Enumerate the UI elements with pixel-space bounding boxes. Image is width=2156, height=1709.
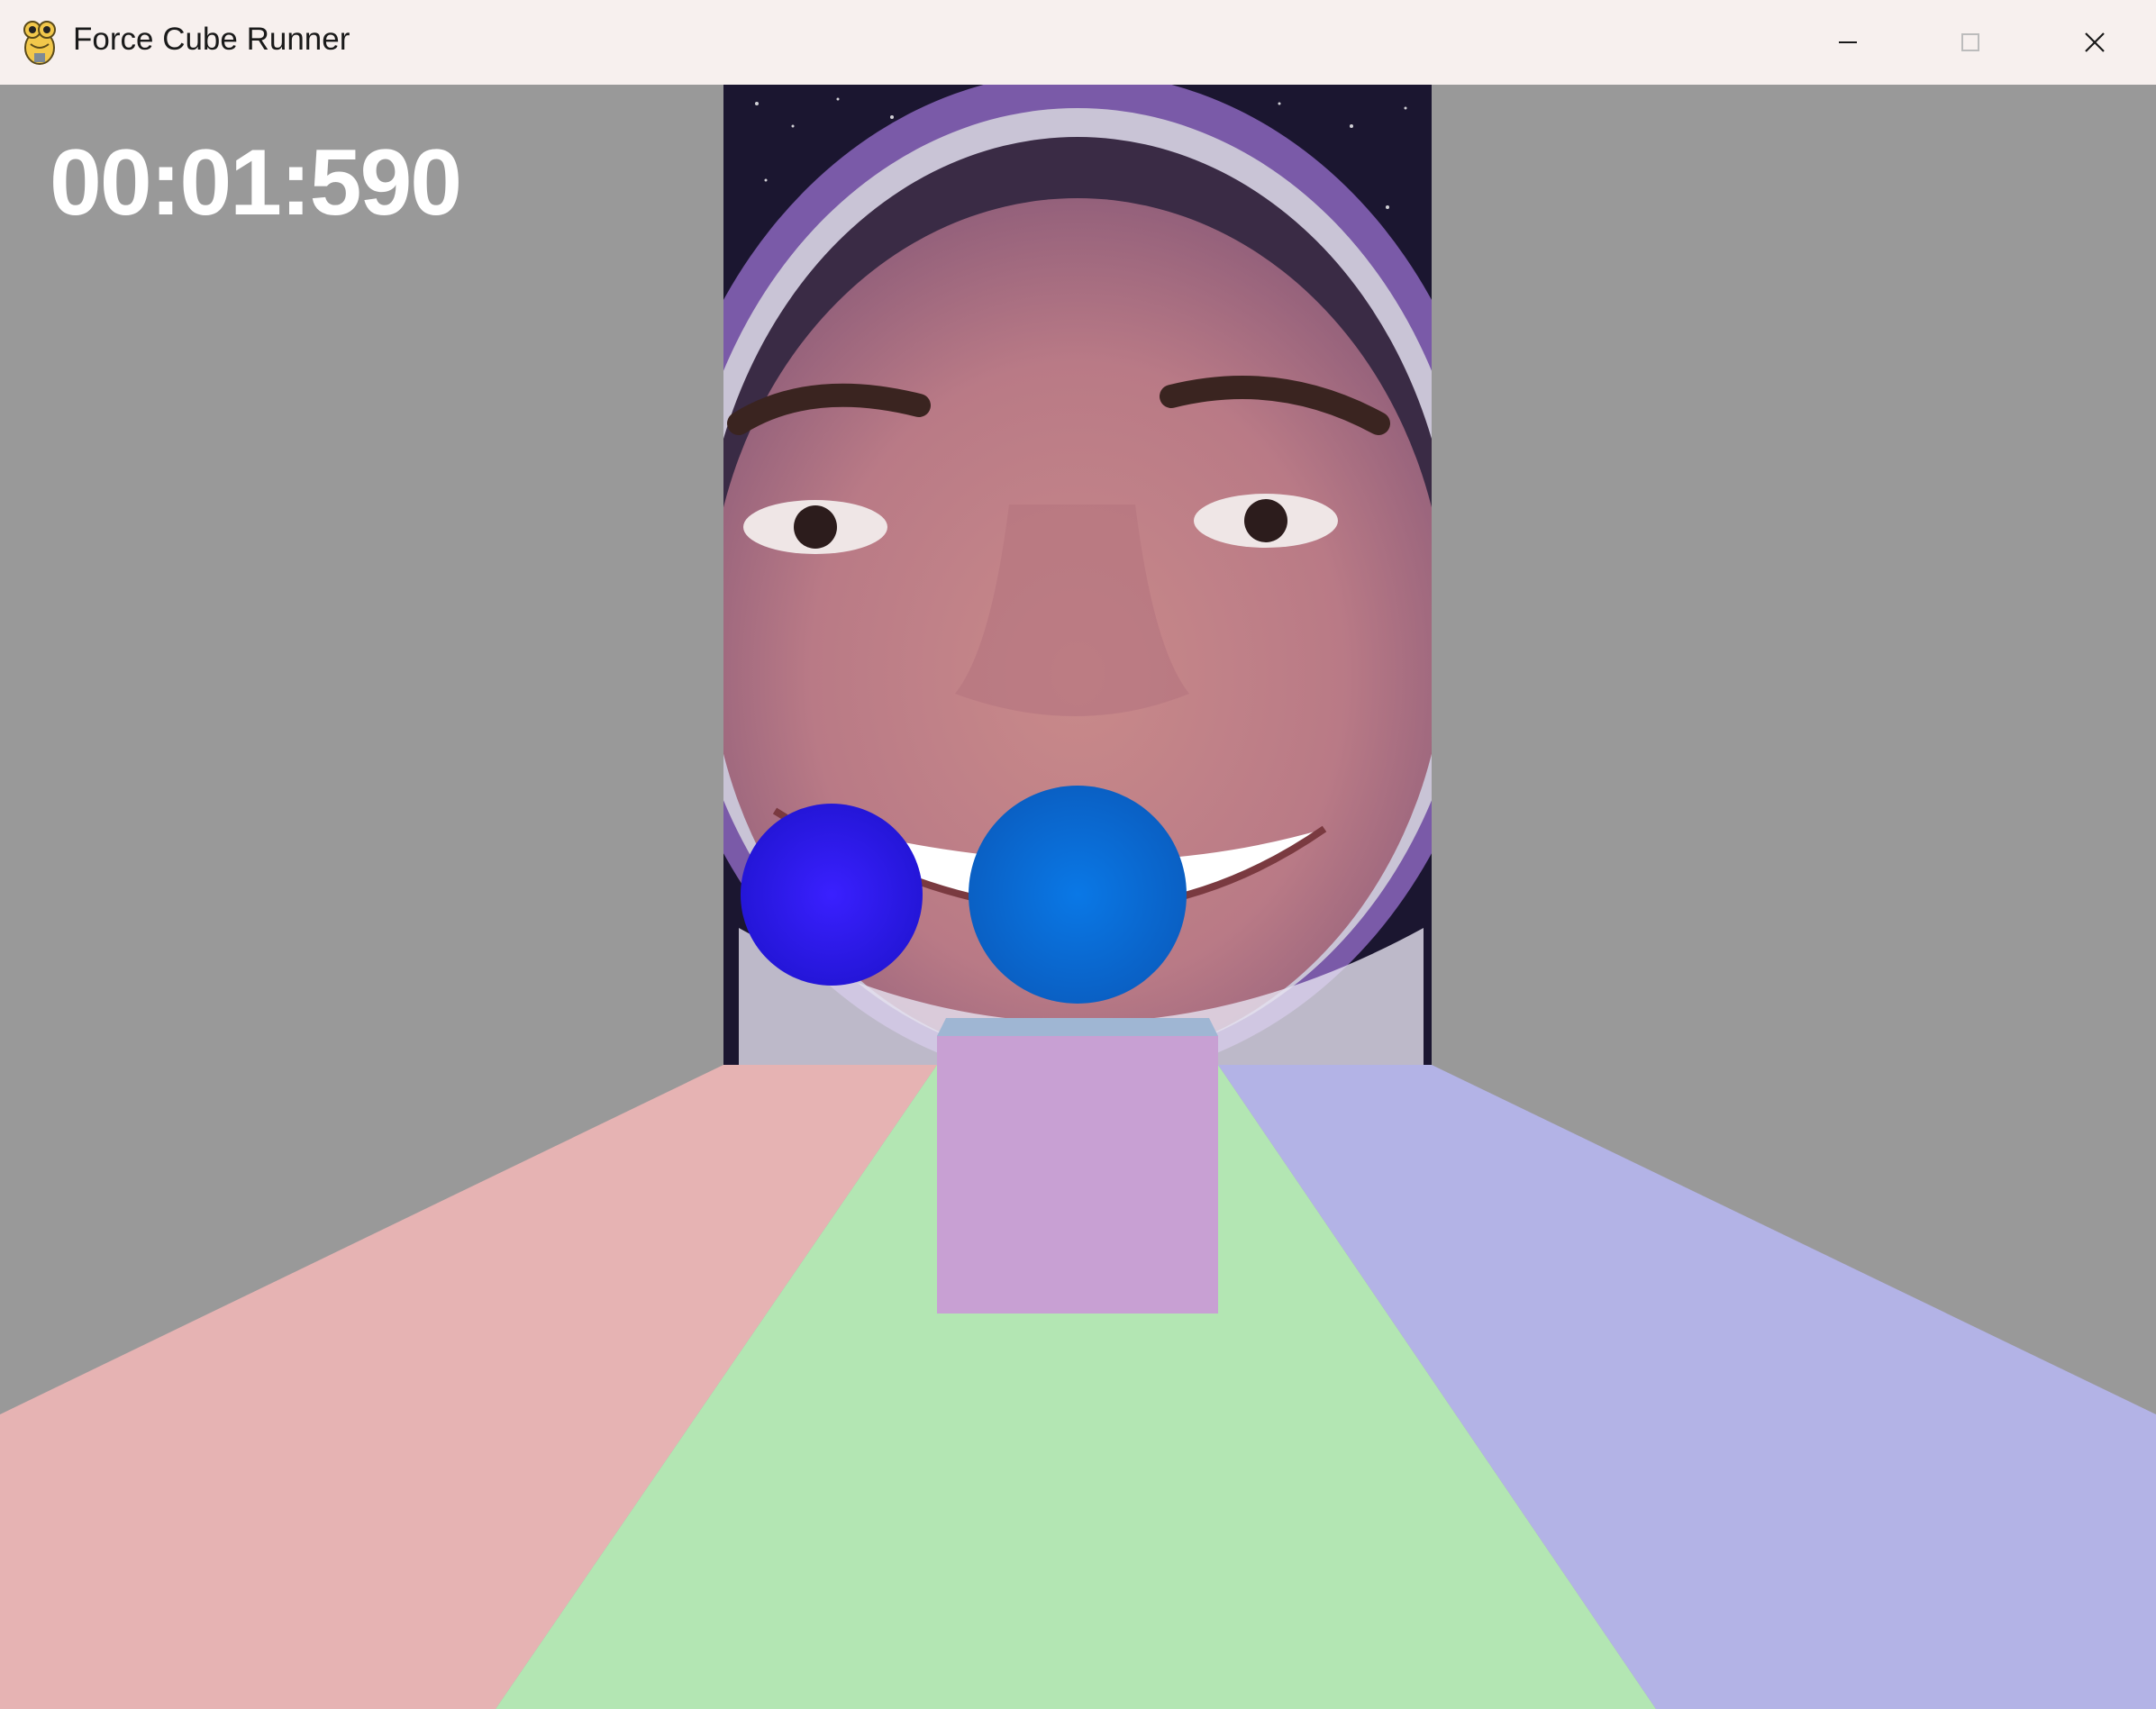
close-icon — [2085, 32, 2105, 52]
minimize-button[interactable] — [1787, 0, 1909, 85]
pygame-snake-icon — [18, 17, 61, 66]
left-orb — [741, 804, 923, 986]
minimize-icon — [1839, 41, 1857, 43]
maximize-button[interactable] — [1909, 0, 2032, 85]
timer-display: 00:01:590 — [50, 131, 462, 235]
game-window: Force Cube Runner 00:01:590 — [0, 0, 2156, 1709]
maximize-icon — [1961, 33, 1979, 51]
right-orb — [969, 786, 1187, 1004]
game-scene[interactable] — [0, 85, 2156, 1709]
player-cube — [937, 1036, 1218, 1314]
player-cube-top — [937, 1018, 1218, 1036]
close-button[interactable] — [2033, 0, 2156, 85]
window-title: Force Cube Runner — [73, 22, 350, 57]
scene-canvas — [0, 85, 2156, 1709]
title-bar[interactable]: Force Cube Runner — [0, 0, 2156, 86]
